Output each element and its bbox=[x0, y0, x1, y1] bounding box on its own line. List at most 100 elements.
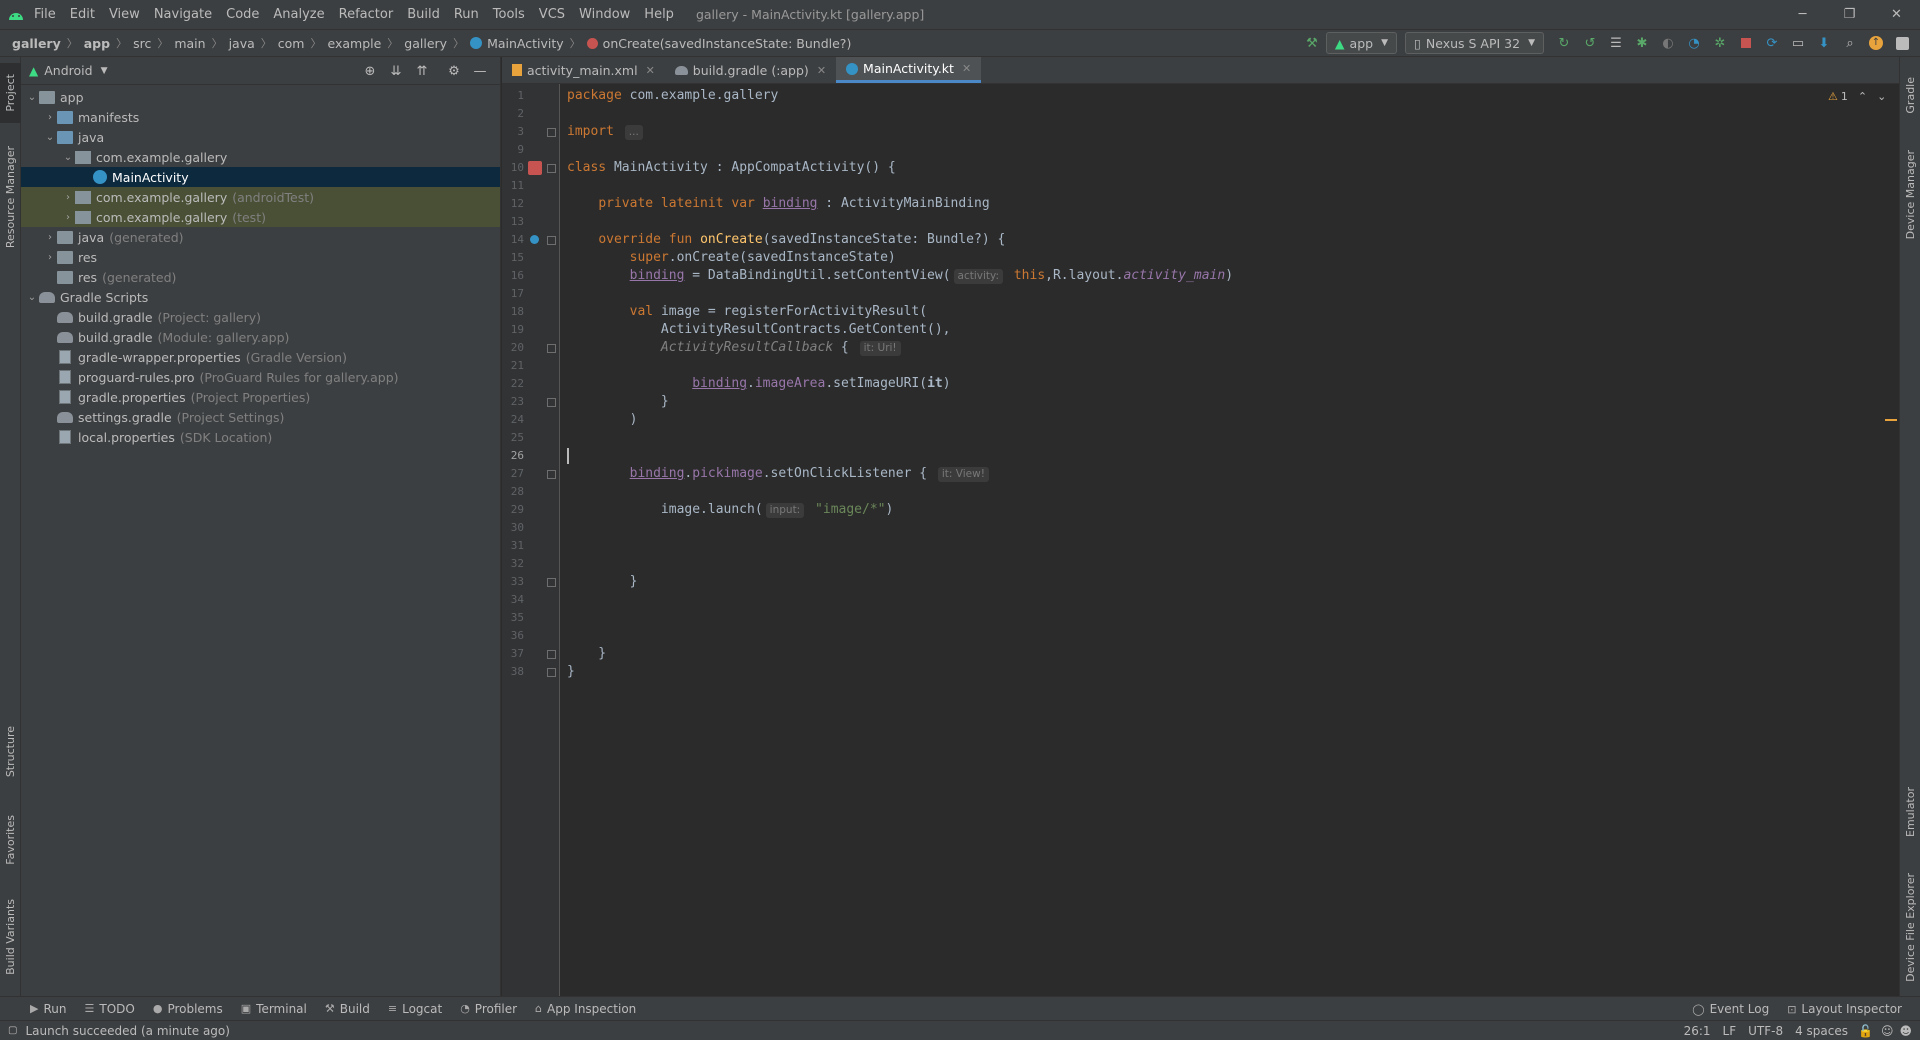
bottom-tab-profiler[interactable]: ◔ Profiler bbox=[460, 1002, 517, 1016]
minimize-button[interactable]: ─ bbox=[1779, 0, 1826, 29]
device-manager-icon[interactable]: ▭ bbox=[1786, 32, 1810, 54]
code-line[interactable]: override fun onCreate(savedInstanceState… bbox=[567, 231, 1005, 249]
chevron-down-icon[interactable]: ⌄ bbox=[61, 152, 75, 163]
bottom-tab-terminal[interactable]: ▣ Terminal bbox=[241, 1002, 307, 1016]
menu-run[interactable]: Run bbox=[454, 7, 479, 22]
chevron-right-icon[interactable]: › bbox=[61, 212, 75, 223]
tool-tab-favorites[interactable]: Favorites bbox=[0, 802, 21, 877]
coverage-icon[interactable]: ◐ bbox=[1656, 32, 1680, 54]
tool-tab-build-variants[interactable]: Build Variants bbox=[0, 887, 21, 987]
code-line[interactable]: } bbox=[567, 573, 638, 591]
locate-icon[interactable]: ⊕ bbox=[358, 60, 382, 82]
status-toggle-icon[interactable]: ▢ bbox=[8, 1025, 17, 1036]
tree-item[interactable]: ⌄ app bbox=[21, 87, 500, 107]
scrollbar-warning-mark[interactable] bbox=[1885, 419, 1897, 421]
tool-tab-project[interactable]: Project bbox=[0, 63, 21, 123]
attach-debugger-icon[interactable]: ✲ bbox=[1708, 32, 1732, 54]
status-message[interactable]: Launch succeeded (a minute ago) bbox=[25, 1024, 230, 1038]
profile-icon[interactable]: ◔ bbox=[1682, 32, 1706, 54]
tool-tab-device-file-explorer[interactable]: Device File Explorer bbox=[1900, 862, 1920, 992]
fold-marker-icon[interactable] bbox=[547, 578, 556, 587]
code-line[interactable]: ActivityResultCallback { it: Uri! bbox=[567, 339, 904, 357]
code-line[interactable]: binding = DataBindingUtil.setContentView… bbox=[567, 267, 1233, 285]
hammer-icon[interactable]: ⚒ bbox=[1300, 32, 1324, 54]
tree-item[interactable]: proguard-rules.pro (ProGuard Rules for ga… bbox=[21, 367, 500, 387]
tree-item[interactable]: › manifests bbox=[21, 107, 500, 127]
fold-marker-icon[interactable] bbox=[547, 128, 556, 137]
run-config-list-icon[interactable]: ☰ bbox=[1604, 32, 1628, 54]
chevron-down-icon[interactable]: ⌄ bbox=[43, 132, 57, 143]
update-icon[interactable]: ↑ bbox=[1864, 32, 1888, 54]
fold-marker-icon[interactable] bbox=[547, 668, 556, 677]
bottom-tab-logcat[interactable]: ≡ Logcat bbox=[388, 1002, 442, 1016]
hide-icon[interactable]: — bbox=[468, 60, 492, 82]
tree-item[interactable]: › res bbox=[21, 247, 500, 267]
project-view-select[interactable]: Android bbox=[44, 63, 92, 78]
menu-file[interactable]: File bbox=[34, 7, 56, 22]
menu-tools[interactable]: Tools bbox=[493, 7, 525, 22]
tool-tab-resource-manager[interactable]: Resource Manager bbox=[0, 137, 21, 257]
tree-item[interactable]: gradle.properties (Project Properties) bbox=[21, 387, 500, 407]
close-icon[interactable]: ✕ bbox=[962, 62, 971, 75]
debug-icon[interactable]: ✱ bbox=[1630, 32, 1654, 54]
restore-button[interactable]: ❐ bbox=[1826, 0, 1873, 29]
expand-all-icon[interactable]: ⇊ bbox=[384, 60, 408, 82]
sdk-manager-icon[interactable]: ⬇ bbox=[1812, 32, 1836, 54]
close-icon[interactable]: ✕ bbox=[817, 64, 826, 77]
fold-marker-icon[interactable] bbox=[547, 164, 556, 173]
code-line[interactable]: binding.pickimage.setOnClickListener { i… bbox=[567, 465, 992, 483]
device-select[interactable]: ▯ Nexus S API 32 ▼ bbox=[1404, 32, 1544, 54]
code-line[interactable]: private lateinit var binding : ActivityM… bbox=[567, 195, 989, 213]
menu-build[interactable]: Build bbox=[407, 7, 440, 22]
override-icon[interactable] bbox=[530, 235, 539, 244]
breadcrumb-item[interactable]: app bbox=[84, 36, 110, 51]
tree-item[interactable]: › com.example.gallery (androidTest) bbox=[21, 187, 500, 207]
code-line[interactable]: image.launch(input: "image/*") bbox=[567, 501, 893, 519]
tool-tab-device-manager[interactable]: Device Manager bbox=[1900, 142, 1920, 247]
breadcrumb-item[interactable]: gallery bbox=[12, 36, 61, 51]
code-line[interactable]: binding.imageArea.setImageURI(it) bbox=[567, 375, 950, 393]
code-line[interactable]: package com.example.gallery bbox=[567, 87, 778, 105]
caret-position[interactable]: 26:1 bbox=[1684, 1024, 1711, 1038]
file-encoding[interactable]: UTF-8 bbox=[1748, 1024, 1783, 1038]
menu-code[interactable]: Code bbox=[226, 7, 259, 22]
code-line[interactable]: super.onCreate(savedInstanceState) bbox=[567, 249, 896, 267]
editor-tab[interactable]: MainActivity.kt ✕ bbox=[836, 57, 982, 83]
tree-item[interactable]: ⌄ com.example.gallery bbox=[21, 147, 500, 167]
bottom-tab-run[interactable]: ▶ Run bbox=[30, 1002, 66, 1016]
search-icon[interactable]: ⌕ bbox=[1838, 32, 1862, 54]
chevron-up-icon[interactable]: ⌃ bbox=[1858, 90, 1867, 103]
breadcrumb-item[interactable]: java bbox=[229, 36, 255, 51]
fold-marker-icon[interactable] bbox=[547, 236, 556, 245]
apply-changes-restart-icon[interactable]: ↻ bbox=[1552, 32, 1576, 54]
fold-marker-icon[interactable] bbox=[547, 398, 556, 407]
code-line[interactable]: val image = registerForActivityResult( bbox=[567, 303, 927, 321]
menu-window[interactable]: Window bbox=[579, 7, 630, 22]
code-line[interactable]: class MainActivity : AppCompatActivity()… bbox=[567, 159, 896, 177]
tree-item[interactable]: build.gradle (Module: gallery.app) bbox=[21, 327, 500, 347]
breadcrumb-item[interactable]: example bbox=[327, 36, 381, 51]
breadcrumb-item[interactable]: com bbox=[278, 36, 305, 51]
code-editor[interactable]: package com.example.gallery import ... cla… bbox=[561, 84, 1899, 996]
fold-marker-icon[interactable] bbox=[547, 470, 556, 479]
lock-icon[interactable]: 🔓 bbox=[1858, 1024, 1873, 1038]
fold-marker-icon[interactable] bbox=[547, 650, 556, 659]
chevron-down-icon[interactable]: ⌄ bbox=[25, 292, 39, 303]
code-line[interactable]: } bbox=[567, 645, 606, 663]
bottom-tab-todo[interactable]: ☰ TODO bbox=[84, 1002, 134, 1016]
menu-refactor[interactable]: Refactor bbox=[339, 7, 394, 22]
close-icon[interactable]: ✕ bbox=[646, 64, 655, 77]
code-line[interactable]: } bbox=[567, 393, 669, 411]
editor-tab[interactable]: build.gradle (:app) ✕ bbox=[665, 57, 836, 83]
chevron-right-icon[interactable]: › bbox=[43, 112, 57, 123]
tree-item[interactable]: › java (generated) bbox=[21, 227, 500, 247]
tree-item[interactable]: res (generated) bbox=[21, 267, 500, 287]
menu-vcs[interactable]: VCS bbox=[539, 7, 565, 22]
close-button[interactable]: ✕ bbox=[1873, 0, 1920, 29]
chevron-right-icon[interactable]: › bbox=[43, 252, 57, 263]
fold-marker-icon[interactable] bbox=[547, 344, 556, 353]
menu-help[interactable]: Help bbox=[644, 7, 674, 22]
collapse-all-icon[interactable]: ⇈ bbox=[410, 60, 434, 82]
bottom-tab-event-log[interactable]: ◯ Event Log bbox=[1692, 1002, 1769, 1016]
menu-edit[interactable]: Edit bbox=[70, 7, 95, 22]
